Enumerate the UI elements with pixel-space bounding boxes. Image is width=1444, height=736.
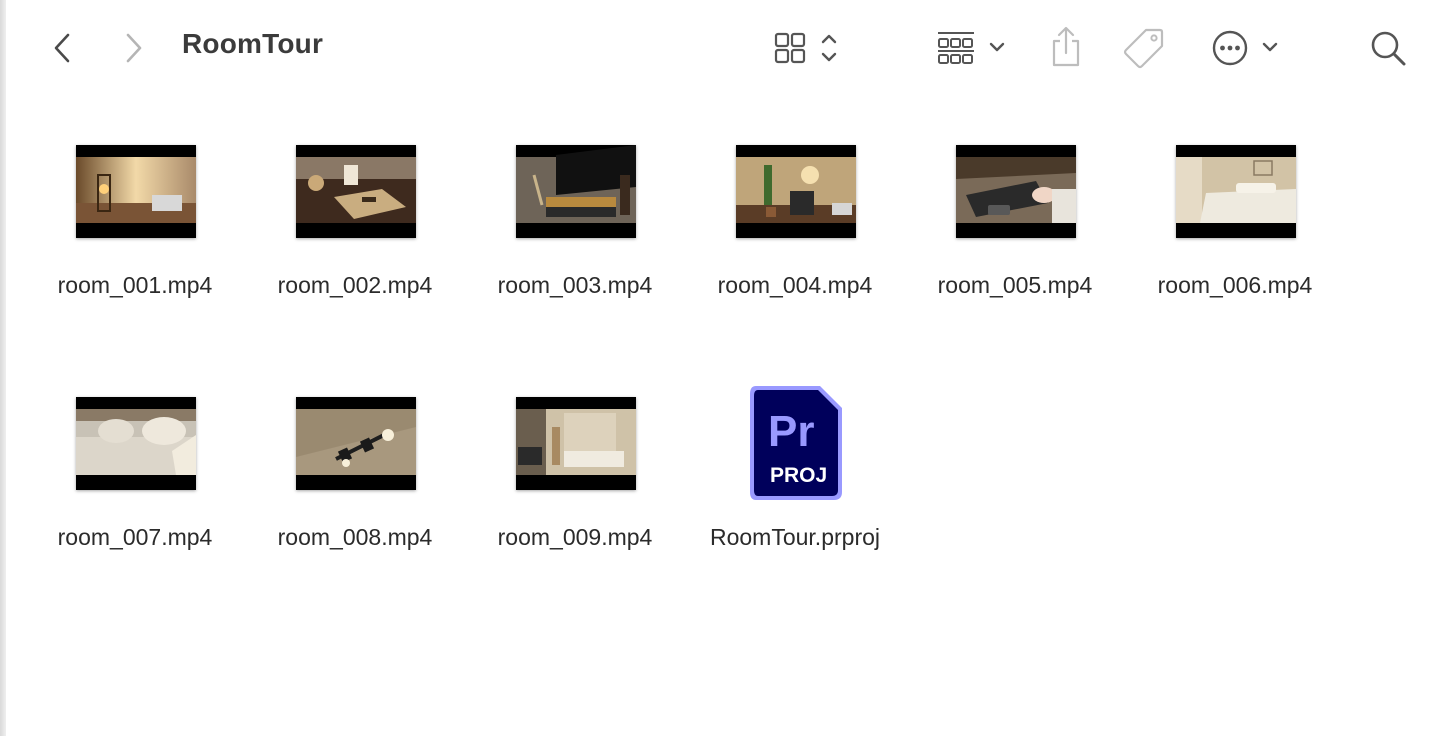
- video-thumbnail: [516, 397, 636, 490]
- file-item[interactable]: room_009.mp4: [465, 392, 685, 572]
- svg-text:PROJ: PROJ: [770, 464, 827, 487]
- file-item[interactable]: room_005.mp4: [905, 140, 1125, 320]
- file-item[interactable]: room_007.mp4: [25, 392, 245, 572]
- file-name: room_006.mp4: [1157, 272, 1313, 298]
- file-item[interactable]: room_002.mp4: [245, 140, 465, 320]
- file-name: room_005.mp4: [937, 272, 1093, 298]
- file-name: RoomTour.prproj: [709, 524, 881, 550]
- file-item[interactable]: room_001.mp4: [25, 140, 245, 320]
- file-name: room_008.mp4: [277, 524, 433, 550]
- file-name: room_004.mp4: [717, 272, 873, 298]
- video-thumbnail: [956, 145, 1076, 238]
- video-thumbnail: [296, 397, 416, 490]
- premiere-project-icon: Pr PROJ: [750, 386, 842, 500]
- file-item[interactable]: Pr PROJ RoomTour.prproj: [685, 386, 905, 572]
- file-name: room_007.mp4: [57, 524, 213, 550]
- video-thumbnail: [736, 145, 856, 238]
- file-name: room_003.mp4: [497, 272, 653, 298]
- file-name: room_002.mp4: [277, 272, 433, 298]
- file-grid: room_001.mp4 room_002.mp4 room_003.mp4 r…: [0, 0, 1444, 736]
- video-thumbnail: [296, 145, 416, 238]
- video-thumbnail: [76, 145, 196, 238]
- file-name: room_001.mp4: [57, 272, 213, 298]
- file-name: room_009.mp4: [497, 524, 653, 550]
- video-thumbnail: [516, 145, 636, 238]
- video-thumbnail: [76, 397, 196, 490]
- file-item[interactable]: room_003.mp4: [465, 140, 685, 320]
- video-thumbnail: [1176, 145, 1296, 238]
- file-item[interactable]: room_008.mp4: [245, 392, 465, 572]
- file-item[interactable]: room_004.mp4: [685, 140, 905, 320]
- svg-text:Pr: Pr: [768, 407, 814, 456]
- file-item[interactable]: room_006.mp4: [1125, 140, 1345, 320]
